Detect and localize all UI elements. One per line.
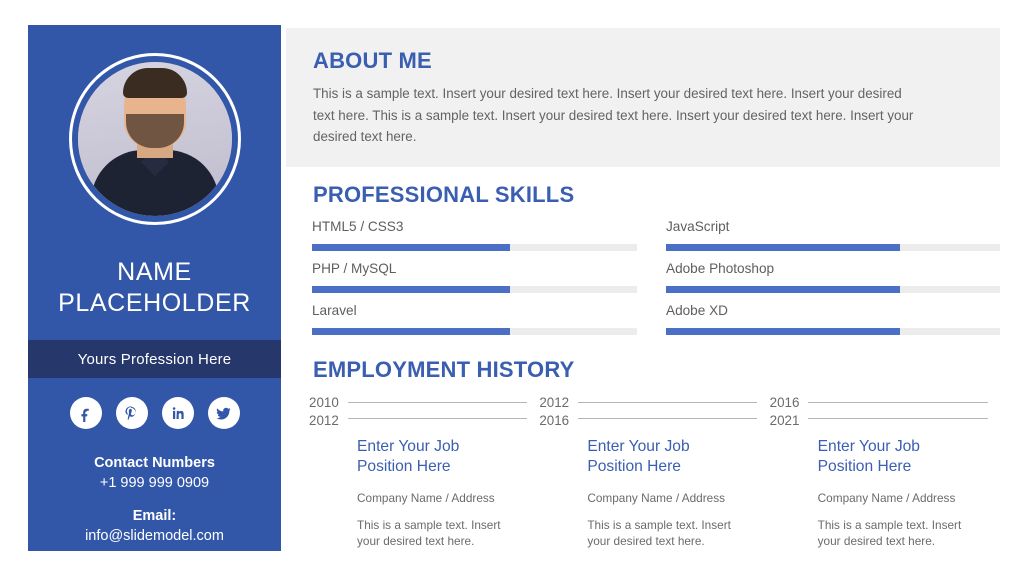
employment-timeline: 2012 2016 <box>539 394 758 430</box>
employment-role: Enter Your Job Position Here <box>357 437 527 477</box>
employment-company: Company Name / Address <box>817 491 956 505</box>
employment-details: Enter Your Job Position Here Company Name … <box>357 437 527 549</box>
linkedin-icon[interactable] <box>161 397 194 429</box>
employment-role: Enter Your Job Position Here <box>587 437 757 477</box>
employment-role-line2: Position Here <box>817 458 912 475</box>
employment-rules <box>808 394 988 419</box>
skill-label: PHP / MySQL <box>312 261 397 276</box>
employment-company: Company Name / Address <box>587 491 726 505</box>
employment-role-line2: Position Here <box>357 458 451 475</box>
employment-description: This is a sample text. Insert your desir… <box>587 518 731 548</box>
avatar-hair <box>122 68 187 98</box>
employment-rules <box>347 394 527 419</box>
profile-name-line2: PLACEHOLDER <box>58 289 251 317</box>
about-body-text: This is a sample text. Insert your desir… <box>313 86 914 144</box>
employment-year-to: 2012 <box>309 413 339 428</box>
employment-role: Enter Your Job Position Here <box>818 437 988 477</box>
skill-bar-fill <box>666 286 900 293</box>
skill-bar-fill <box>666 328 900 335</box>
contact-email-value: info@slidemodel.com <box>85 528 224 544</box>
employment-year-to: 2021 <box>769 413 800 428</box>
contact-phone-value: +1 999 999 0909 <box>99 475 210 491</box>
employment-description: This is a sample text. Insert your desir… <box>357 518 501 548</box>
skill-label: Adobe XD <box>666 303 728 318</box>
employment-years: 2016 2021 <box>770 394 800 430</box>
skill-bar-track <box>312 244 637 251</box>
employment-rule <box>347 418 527 419</box>
employment-timeline: 2010 2012 <box>309 394 527 430</box>
skill-item: Adobe XD <box>666 302 1000 344</box>
profile-name: NAME PLACEHOLDER <box>28 257 281 319</box>
employment-timeline: 2016 2021 <box>770 394 988 430</box>
profession-label: Yours Profession Here <box>77 350 232 368</box>
employment-year-from: 2012 <box>539 395 570 410</box>
employment-details: Enter Your Job Position Here Company Name … <box>818 437 988 549</box>
skill-label: JavaScript <box>666 219 730 234</box>
skills-grid: HTML5 / CSS3 JavaScript PHP / MySQL Adobe P… <box>312 218 1000 344</box>
employment-year-from: 2010 <box>309 395 339 410</box>
contact-phone-label: Contact Numbers <box>94 455 215 471</box>
employment-year-from: 2016 <box>769 395 800 410</box>
employment-year-to: 2016 <box>539 413 570 428</box>
employment-details: Enter Your Job Position Here Company Name … <box>587 437 757 549</box>
skill-item: PHP / MySQL <box>312 260 637 302</box>
twitter-icon[interactable] <box>207 397 240 429</box>
skill-bar-track <box>666 328 1000 335</box>
employment-entry: 2012 2016 Enter Your Job Position Here Compa… <box>539 394 758 549</box>
skill-item: Adobe Photoshop <box>666 260 1000 302</box>
employment-role-line2: Position Here <box>587 458 681 475</box>
employment-rule <box>808 418 988 419</box>
skill-label: Adobe Photoshop <box>666 261 775 276</box>
employment-rule <box>808 402 988 403</box>
employment-grid: 2010 2012 Enter Your Job Position Here Compa… <box>309 394 1000 549</box>
profile-name-line1: NAME <box>117 258 192 286</box>
avatar-photo <box>77 62 232 216</box>
employment-heading: EMPLOYMENT HISTORY <box>313 357 575 382</box>
skill-bar-fill <box>312 244 511 251</box>
skill-bar-track <box>312 328 637 335</box>
employment-entry: 2016 2021 Enter Your Job Position Here Compa… <box>770 394 988 549</box>
skill-item: HTML5 / CSS3 <box>312 218 637 260</box>
skill-label: HTML5 / CSS3 <box>312 219 404 234</box>
facebook-icon[interactable] <box>69 397 102 429</box>
profile-sidebar: NAME PLACEHOLDER Yours Profession Here C… <box>28 25 281 551</box>
employment-company: Company Name / Address <box>357 491 495 505</box>
employment-role-line1: Enter Your Job <box>357 438 460 455</box>
pinterest-icon[interactable] <box>115 397 148 429</box>
employment-description: This is a sample text. Insert your desir… <box>817 518 962 548</box>
employment-rule <box>347 402 527 403</box>
employment-years: 2010 2012 <box>309 394 339 430</box>
employment-role-line1: Enter Your Job <box>817 438 920 455</box>
skills-heading: PROFESSIONAL SKILLS <box>313 182 575 207</box>
about-heading: ABOUT ME <box>313 48 432 73</box>
contact-email-label: Email: <box>132 508 177 524</box>
skill-bar-fill <box>312 328 511 335</box>
employment-years: 2012 2016 <box>539 394 569 430</box>
employment-rule <box>578 402 758 403</box>
employment-entry: 2010 2012 Enter Your Job Position Here Compa… <box>309 394 527 549</box>
profession-band: Yours Profession Here <box>28 340 281 378</box>
avatar <box>68 53 241 225</box>
employment-rule <box>578 418 758 419</box>
skill-bar-fill <box>312 286 511 293</box>
skill-bar-track <box>666 286 1000 293</box>
skill-bar-track <box>312 286 637 293</box>
skill-bar-track <box>666 244 1000 251</box>
skill-label: Laravel <box>312 303 357 318</box>
skill-item: JavaScript <box>666 218 1000 260</box>
employment-role-line1: Enter Your Job <box>587 438 690 455</box>
employment-rules <box>578 394 758 419</box>
skill-bar-fill <box>666 244 900 251</box>
skill-item: Laravel <box>312 302 637 344</box>
social-links <box>28 397 281 429</box>
contact-block: Contact Numbers +1 999 999 0909 Email: i… <box>28 453 281 547</box>
